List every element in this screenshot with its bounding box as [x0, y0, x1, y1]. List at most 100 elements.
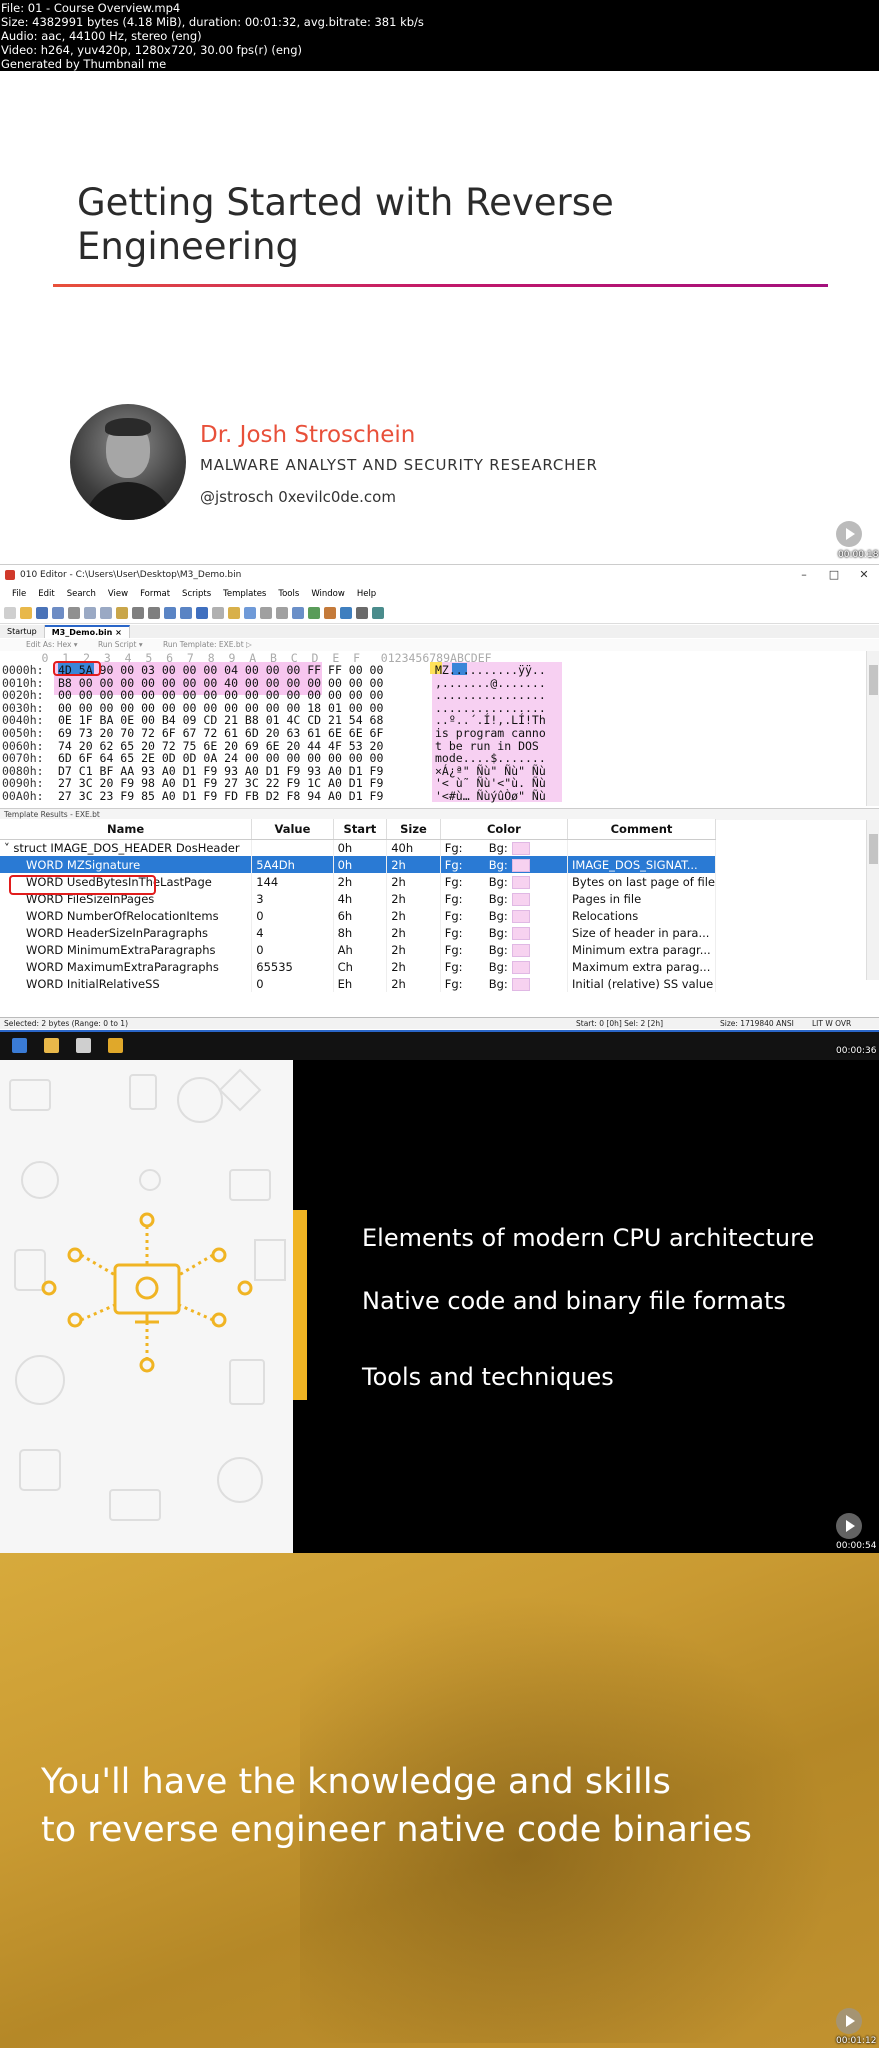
menu-tools[interactable]: Tools	[272, 586, 305, 602]
point-cpu-architecture: Elements of modern CPU architecture	[362, 1224, 815, 1252]
color-swatch[interactable]	[511, 858, 530, 872]
editor-taskbar-icon[interactable]	[108, 1038, 123, 1053]
color-fg-label: Fg:	[444, 891, 463, 906]
replace-icon[interactable]	[180, 606, 192, 619]
frame-title-slide: Getting Started with Reverse Engineering…	[0, 71, 879, 562]
close-icon[interactable]: ✕	[849, 565, 879, 585]
menu-file[interactable]: File	[6, 586, 32, 602]
tab-m3-demo[interactable]: M3_Demo.bin ×	[44, 625, 130, 638]
table-row[interactable]: WORD MaximumExtraParagraphs 65535 Ch 2h Fg: B…	[0, 958, 716, 975]
play-icon[interactable]	[836, 1513, 862, 1539]
run-script-dropdown[interactable]: Run Script ▾	[98, 640, 143, 649]
closing-line1: You'll have the knowledge and skills	[41, 1762, 671, 1802]
copy-icon[interactable]	[100, 606, 112, 619]
redo-icon[interactable]	[148, 606, 160, 619]
table-row[interactable]: WORD MZSignature 5A4Dh 0h 2h Fg: Bg: IMAGE_DOS…	[0, 856, 716, 873]
hex-row[interactable]: 00A0h: 27 3C 23 F9 85 A0 D1 F9 FD FB D2 F…	[0, 788, 866, 804]
template-icon[interactable]	[292, 606, 304, 619]
color-swatch[interactable]	[511, 892, 530, 906]
calculator-icon[interactable]	[76, 1038, 91, 1053]
video-info-header: File: 01 - Course Overview.mp4 Size: 438…	[0, 0, 879, 71]
frame-closing-slide: You'll have the knowledge and skills to …	[0, 1553, 879, 2048]
font-icon[interactable]	[212, 606, 224, 619]
row-comment: Pages in file	[567, 890, 716, 907]
col-start[interactable]: Start	[333, 819, 388, 840]
find-icon[interactable]	[164, 606, 176, 619]
hex-mode-icon[interactable]	[244, 606, 256, 619]
color-swatch[interactable]	[511, 960, 530, 974]
edit-as-dropdown[interactable]: Edit As: Hex ▾	[26, 640, 78, 649]
settings-icon[interactable]	[372, 606, 384, 619]
hex-bytes[interactable]: 27 3C 23 F9 85 A0 D1 F9 FD FB D2 F8 94 A…	[58, 788, 383, 804]
compare-icon[interactable]	[324, 606, 336, 619]
presenter-avatar	[70, 404, 186, 520]
color-bg-label: Bg:	[488, 959, 508, 974]
color-swatch[interactable]	[511, 875, 530, 889]
menu-help[interactable]: Help	[351, 586, 382, 602]
col-name[interactable]: Name	[0, 819, 253, 840]
undo-icon[interactable]	[132, 606, 144, 619]
row-value: 0	[251, 907, 334, 924]
run-template-dropdown[interactable]: Run Template: EXE.bt ▷	[163, 640, 252, 649]
minimize-icon[interactable]: –	[789, 565, 819, 585]
columns-icon[interactable]	[276, 606, 288, 619]
col-size[interactable]: Size	[386, 819, 441, 840]
row-size: 2h	[386, 873, 441, 890]
color-swatch[interactable]	[511, 926, 530, 940]
accent-bar	[293, 1210, 307, 1400]
table-row[interactable]: ˅ struct IMAGE_DOS_HEADER DosHeader 0h 40h…	[0, 839, 716, 856]
save-all-icon[interactable]	[52, 606, 64, 619]
color-fg-label: Fg:	[444, 840, 463, 855]
start-icon[interactable]	[12, 1038, 27, 1053]
table-row[interactable]: WORD HeaderSizeInParagraphs 4 8h 2h Fg: Bg: Si…	[0, 924, 716, 941]
view-icon[interactable]	[260, 606, 272, 619]
status-selection: Selected: 2 bytes (Range: 0 to 1)	[4, 1019, 128, 1028]
goto-icon[interactable]	[196, 606, 208, 619]
paste-icon[interactable]	[116, 606, 128, 619]
play-icon[interactable]	[836, 521, 862, 547]
maximize-icon[interactable]: □	[819, 565, 849, 585]
calculator-icon[interactable]	[356, 606, 368, 619]
menu-search[interactable]: Search	[61, 586, 102, 602]
color-fg-label: Fg:	[444, 959, 463, 974]
mz-bytes-annotation	[53, 661, 101, 676]
app-icon	[5, 570, 15, 580]
col-color[interactable]: Color	[440, 819, 569, 840]
table-row[interactable]: WORD NumberOfRelocationItems 0 6h 2h Fg: Bg: R…	[0, 907, 716, 924]
row-name: WORD NumberOfRelocationItems	[0, 907, 253, 924]
color-swatch[interactable]	[511, 977, 530, 991]
histogram-icon[interactable]	[340, 606, 352, 619]
menu-view[interactable]: View	[102, 586, 134, 602]
menu-format[interactable]: Format	[134, 586, 176, 602]
col-comment[interactable]: Comment	[567, 819, 716, 840]
explorer-icon[interactable]	[44, 1038, 59, 1053]
hex-view[interactable]: 0000h: 4D 5A 90 00 03 00 00 00 04 00 00 0…	[0, 662, 866, 804]
table-row[interactable]: WORD MinimumExtraParagraphs 0 Ah 2h Fg: Bg: Mi…	[0, 941, 716, 958]
col-value[interactable]: Value	[251, 819, 334, 840]
row-size: 2h	[386, 958, 441, 975]
info-audio: Audio: aac, 44100 Hz, stereo (eng)	[1, 29, 202, 43]
color-swatch[interactable]	[511, 841, 530, 855]
menu-window[interactable]: Window	[305, 586, 351, 602]
row-size: 2h	[386, 975, 441, 992]
menu-scripts[interactable]: Scripts	[176, 586, 217, 602]
color-swatch[interactable]	[511, 909, 530, 923]
new-file-icon[interactable]	[4, 606, 16, 619]
print-icon[interactable]	[68, 606, 80, 619]
color-fg-label: Fg:	[444, 908, 463, 923]
table-row[interactable]: WORD InitialRelativeSS 0 Eh 2h Fg: Bg: Initial…	[0, 975, 716, 992]
ascii-bytes[interactable]: '<#ù… ÑùýûÒø" Ñù	[435, 788, 546, 804]
template-scrollbar[interactable]	[866, 820, 879, 980]
script-icon[interactable]	[308, 606, 320, 619]
highlight-icon[interactable]	[228, 606, 240, 619]
color-swatch[interactable]	[511, 943, 530, 957]
play-icon[interactable]	[836, 2008, 862, 2034]
open-folder-icon[interactable]	[20, 606, 32, 619]
tab-startup[interactable]: Startup	[0, 625, 45, 638]
point-binary-formats: Native code and binary file formats	[362, 1287, 786, 1315]
menu-edit[interactable]: Edit	[32, 586, 60, 602]
menu-templates[interactable]: Templates	[217, 586, 272, 602]
save-icon[interactable]	[36, 606, 48, 619]
hex-scrollbar[interactable]	[866, 651, 879, 806]
cut-icon[interactable]	[84, 606, 96, 619]
